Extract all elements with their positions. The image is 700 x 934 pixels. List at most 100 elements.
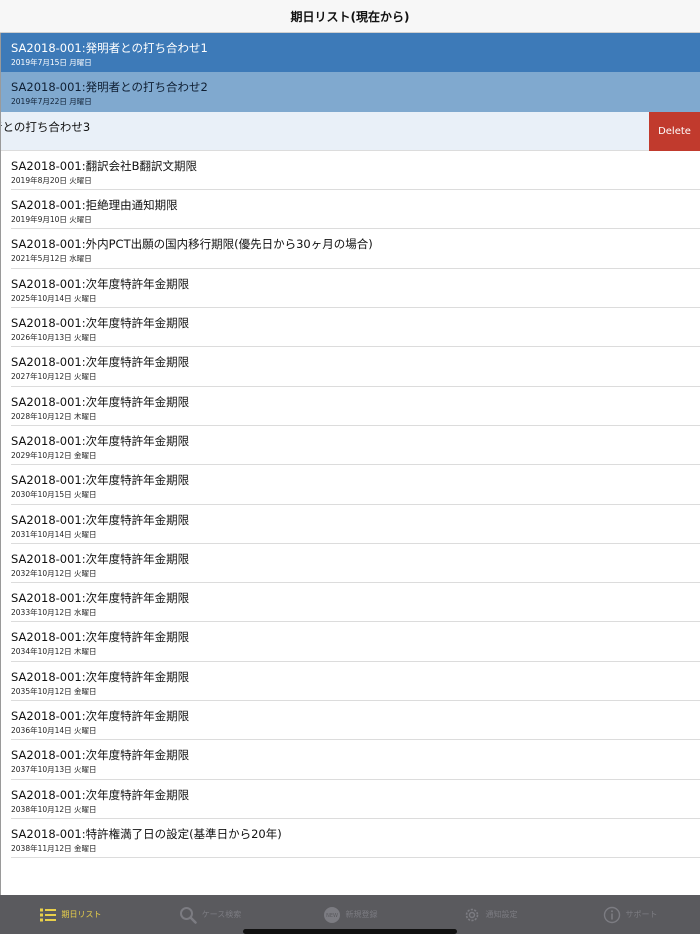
list-item-content: SA2018-001:次年度特許年金期限 2030年10月15日 火曜日 [1,465,700,504]
list-item-content: SA2018-001:次年度特許年金期限 2037年10月13日 火曜日 [1,740,700,779]
list-item-date: 2021年5月12日 水曜日 [11,254,92,264]
list-item-date: 2026年10月13日 火曜日 [11,333,97,343]
list-item-title: SA2018-001:次年度特許年金期限 [11,669,190,684]
list-icon [39,906,57,924]
list-item-title: SA2018-001:次年度特許年金期限 [11,276,190,291]
list-item[interactable]: SA2018-001:次年度特許年金期限 2032年10月12日 火曜日 [1,543,700,584]
list-item-date: 2034年10月12日 木曜日 [11,647,97,657]
new-badge-text: NEW [326,913,338,919]
list-item[interactable]: SA2018-001:次年度特許年金期限 2031年10月14日 火曜日 [1,504,700,544]
list-item-title: SA2018-001:次年度特許年金期限 [11,316,190,331]
list-item-title: SA2018-001:特許権満了日の設定(基準日から20年) [11,826,282,841]
list-item-content: SA2018-001:拒絶理由通知期限 2019年9月10日 火曜日 [1,190,700,229]
list-item[interactable]: -001:発明者との打ち合わせ38日 木曜日Delete [1,111,700,151]
list-item-title: SA2018-001:次年度特許年金期限 [11,355,190,370]
list-item-content: SA2018-001:次年度特許年金期限 2032年10月12日 火曜日 [1,544,700,583]
list-item-content: SA2018-001:次年度特許年金期限 2031年10月14日 火曜日 [1,505,700,544]
list-item-content: SA2018-001:翻訳会社B翻訳文期限 2019年8月20日 火曜日 [1,151,700,190]
list-item-title: SA2018-001:次年度特許年金期限 [11,473,190,488]
list-item-content: SA2018-001:次年度特許年金期限 2026年10月13日 火曜日 [1,308,700,347]
list-item-title: SA2018-001:外内PCT出願の国内移行期限(優先日から30ヶ月の場合) [11,237,373,252]
list-item[interactable]: SA2018-001:次年度特許年金期限 2038年10月12日 火曜日 [1,779,700,819]
list-item-date: 2038年10月12日 火曜日 [11,804,97,814]
tab-label: 通知設定 [485,910,518,919]
list-item-content: SA2018-001:次年度特許年金期限 2025年10月14日 火曜日 [1,269,700,308]
list-item-date: 2019年8月20日 火曜日 [11,175,92,185]
list-item-title: SA2018-001:拒絶理由通知期限 [11,198,178,213]
list-item-content: SA2018-001:発明者との打ち合わせ1 2019年7月15日 月曜日 [1,33,700,72]
list-item-title: SA2018-001:次年度特許年金期限 [11,512,190,527]
list-item-title: SA2018-001:次年度特許年金期限 [11,591,190,606]
list-item-content: SA2018-001:次年度特許年金期限 2036年10月14日 火曜日 [1,701,700,740]
list-item-date: 2033年10月12日 水曜日 [11,608,97,618]
list-item[interactable]: SA2018-001:次年度特許年金期限 2029年10月12日 金曜日 [1,425,700,466]
list-item-date: 2030年10月15日 火曜日 [11,490,97,500]
gear-icon [463,906,481,924]
row-separator [11,857,700,859]
list-item-content: SA2018-001:次年度特許年金期限 2033年10月12日 水曜日 [1,583,700,622]
info-icon [603,906,621,924]
list-item[interactable]: SA2018-001:次年度特許年金期限 2033年10月12日 水曜日 [1,583,700,623]
list-item[interactable]: SA2018-001:次年度特許年金期限 2034年10月12日 木曜日 [1,622,700,662]
list-item-content: SA2018-001:次年度特許年金期限 2028年10月12日 木曜日 [1,387,700,426]
navigation-bar: 期日リスト(現在から) [0,0,700,33]
home-indicator [243,929,457,934]
tab-label: 期日リスト [61,910,102,919]
list-item-date: 2038年11月12日 金曜日 [11,843,97,853]
list-item-date: 2019年9月10日 火曜日 [11,215,92,225]
list-item-content: SA2018-001:特許権満了日の設定(基準日から20年) 2038年11月12… [1,819,700,858]
tab-deadline-list[interactable]: 期日リスト [0,895,140,934]
list-item[interactable]: SA2018-001:次年度特許年金期限 2037年10月13日 火曜日 [1,740,700,780]
list-item-date: 2025年10月14日 火曜日 [11,293,97,303]
list-item[interactable]: SA2018-001:次年度特許年金期限 2026年10月13日 火曜日 [1,308,700,348]
list-item-date: 2019年7月15日 月曜日 [11,58,92,67]
list-item-date: 2027年10月12日 火曜日 [11,372,97,382]
list-item[interactable]: SA2018-001:次年度特許年金期限 2030年10月15日 火曜日 [1,465,700,505]
list-item[interactable]: SA2018-001:次年度特許年金期限 2027年10月12日 火曜日 [1,347,700,387]
list-item-title: SA2018-001:次年度特許年金期限 [11,394,190,409]
delete-button[interactable]: Delete [649,111,700,151]
list-item[interactable]: SA2018-001:発明者との打ち合わせ1 2019年7月15日 月曜日 [1,33,700,73]
list-item-title: SA2018-001:次年度特許年金期限 [11,709,190,724]
list-item[interactable]: SA2018-001:翻訳会社B翻訳文期限 2019年8月20日 火曜日 [1,150,700,191]
list-item-date: 2029年10月12日 金曜日 [11,450,97,460]
list-item-title: SA2018-001:次年度特許年金期限 [11,630,190,645]
list-item-content: SA2018-001:次年度特許年金期限 2035年10月12日 金曜日 [1,662,700,701]
list-item-title: SA2018-001:次年度特許年金期限 [11,433,190,448]
list-item-date: 2019年7月22日 月曜日 [11,97,92,107]
list-item[interactable]: SA2018-001:外内PCT出願の国内移行期限(優先日から30ヶ月の場合) 2… [1,229,700,269]
new-badge-icon: NEW [323,906,341,924]
page-title: 期日リスト(現在から) [290,9,410,24]
list-item-title: SA2018-001:次年度特許年金期限 [11,787,190,802]
list-item-content: SA2018-001:次年度特許年金期限 2038年10月12日 火曜日 [1,780,700,819]
list-item-date: 2037年10月13日 火曜日 [11,765,97,775]
list-item[interactable]: SA2018-001:拒絶理由通知期限 2019年9月10日 火曜日 [1,190,700,230]
list-item-title: SA2018-001:翻訳会社B翻訳文期限 [11,158,198,173]
tab-label: 新規登録 [345,910,378,919]
deadline-list[interactable]: SA2018-001:発明者との打ち合わせ1 2019年7月15日 月曜日 SA20… [1,33,700,859]
list-item-title: SA2018-001:発明者との打ち合わせ2 [11,80,208,95]
list-item-date: 2035年10月12日 金曜日 [11,686,97,696]
list-item[interactable]: SA2018-001:次年度特許年金期限 2035年10月12日 金曜日 [1,661,700,702]
list-item-title: SA2018-001:発明者との打ち合わせ1 [11,41,208,55]
list-item-title: SA2018-001:次年度特許年金期限 [11,748,190,763]
list-item-date: 2032年10月12日 火曜日 [11,568,97,578]
list-item-content: -001:発明者との打ち合わせ38日 木曜日 [1,112,648,151]
list-item[interactable]: SA2018-001:次年度特許年金期限 2025年10月14日 火曜日 [1,268,700,309]
list-item-content: SA2018-001:発明者との打ち合わせ2 2019年7月22日 月曜日 [1,72,700,111]
list-item[interactable]: SA2018-001:特許権満了日の設定(基準日から20年) 2038年11月12… [1,818,700,859]
tab-label: サポート [625,910,658,919]
list-item-date: 2036年10月14日 火曜日 [11,726,97,736]
tab-support[interactable]: サポート [560,895,700,934]
list-item-content: SA2018-001:次年度特許年金期限 2027年10月12日 火曜日 [1,347,700,386]
search-icon [179,906,197,924]
list-item[interactable]: SA2018-001:次年度特許年金期限 2036年10月14日 火曜日 [1,701,700,741]
list-item-date: 2028年10月12日 木曜日 [11,411,97,421]
list-item[interactable]: SA2018-001:発明者との打ち合わせ2 2019年7月22日 月曜日 [1,72,700,112]
list-item[interactable]: SA2018-001:次年度特許年金期限 2028年10月12日 木曜日 [1,386,700,426]
list-item-title: -001:発明者との打ち合わせ3 [1,119,91,134]
list-item-content: SA2018-001:外内PCT出願の国内移行期限(優先日から30ヶ月の場合) 2… [1,229,700,268]
list-item-content: SA2018-001:次年度特許年金期限 2029年10月12日 金曜日 [1,426,700,465]
tab-label: ケース検索 [201,910,242,919]
list-item-title: SA2018-001:次年度特許年金期限 [11,551,190,566]
